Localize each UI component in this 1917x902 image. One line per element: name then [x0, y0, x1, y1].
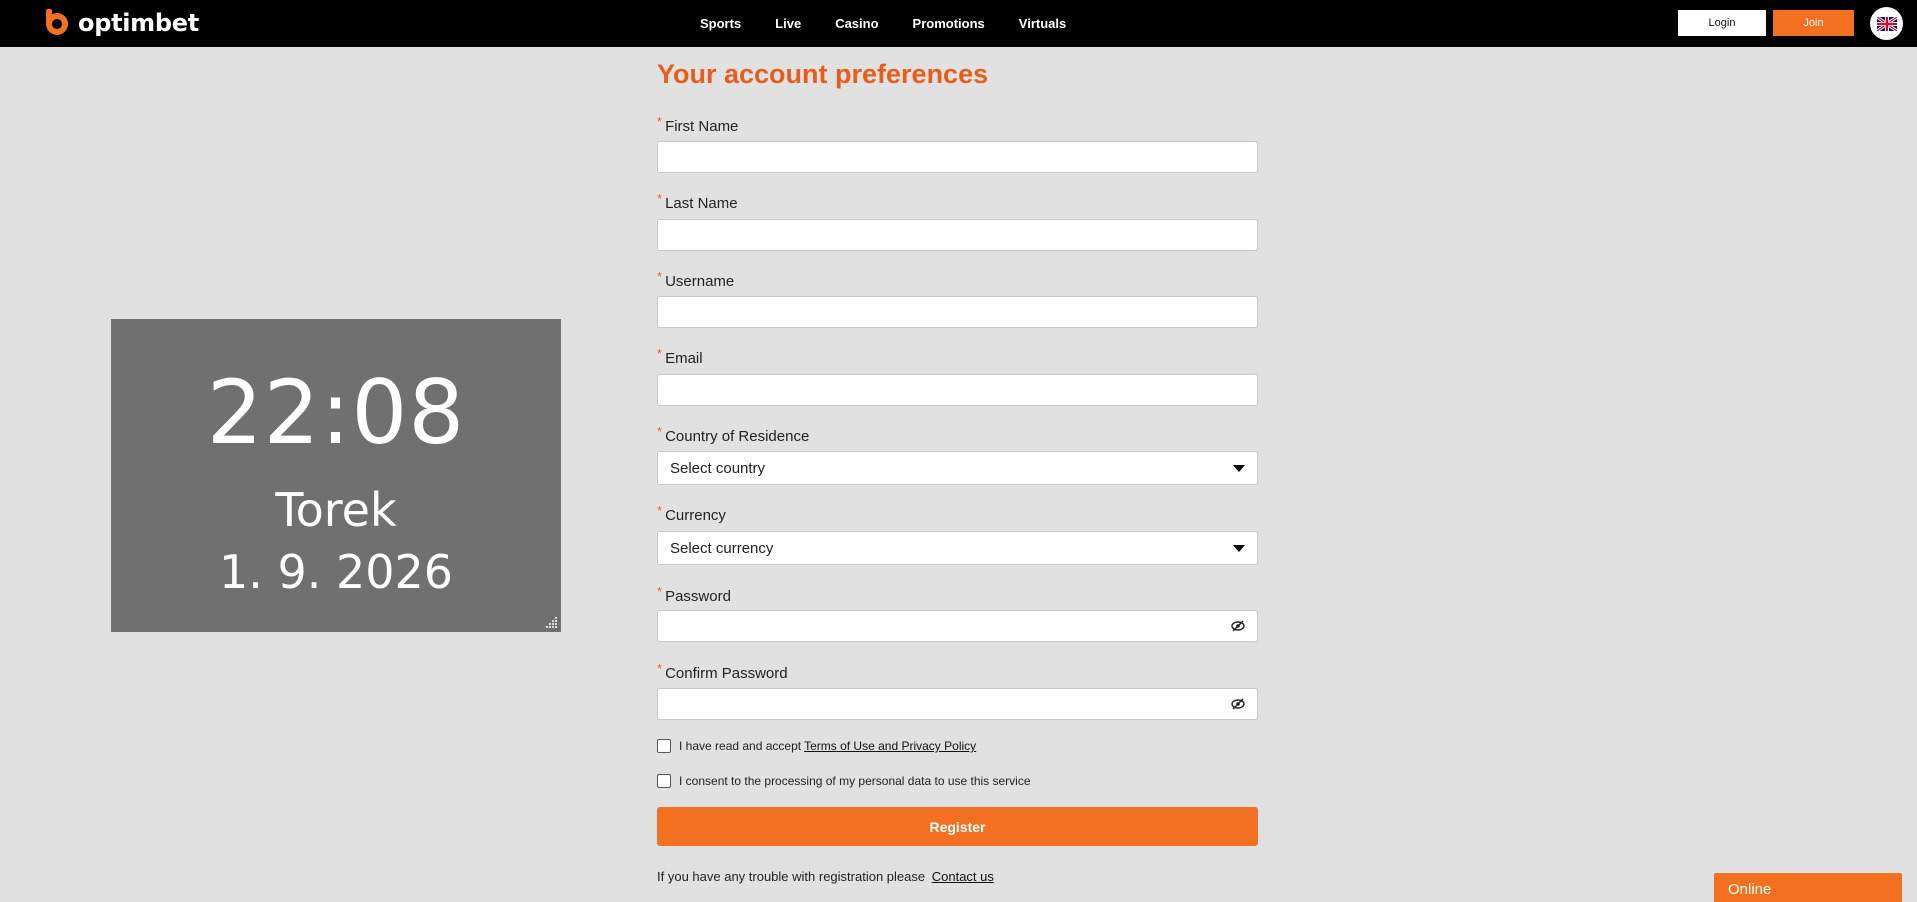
- confirm-password-label: * Confirm Password: [657, 661, 788, 682]
- clock-widget: 22:08 Torek 1. 9. 2026: [111, 319, 561, 632]
- country-label: * Country of Residence: [657, 424, 810, 445]
- main-nav: Sports Live Casino Promotions Virtuals: [700, 0, 1100, 47]
- terms-checkbox-row: I have read and accept Terms of Use and …: [657, 739, 976, 753]
- required-mark: *: [657, 346, 663, 361]
- required-mark: *: [657, 661, 663, 676]
- password-input[interactable]: [657, 610, 1258, 642]
- required-mark: *: [657, 503, 663, 518]
- username-input[interactable]: [657, 296, 1258, 328]
- brand-name: optimbet: [78, 9, 199, 37]
- currency-select[interactable]: Select currency: [657, 531, 1258, 565]
- terms-checkbox[interactable]: [657, 739, 671, 753]
- clock-time: 22:08: [206, 361, 466, 464]
- eye-slash-icon[interactable]: [1230, 696, 1246, 712]
- required-mark: *: [657, 584, 663, 599]
- login-button[interactable]: Login: [1678, 10, 1766, 36]
- consent-checkbox-row: I consent to the processing of my person…: [657, 774, 1031, 788]
- username-label: * Username: [657, 269, 735, 290]
- consent-checkbox[interactable]: [657, 774, 671, 788]
- email-input[interactable]: [657, 374, 1258, 406]
- brand-logo[interactable]: optimbet: [42, 6, 199, 40]
- country-select-value: Select country: [670, 459, 766, 477]
- password-label: * Password: [657, 584, 731, 605]
- optimbet-logo-icon: [46, 9, 68, 35]
- clock-date: 1. 9. 2026: [218, 545, 454, 599]
- nav-sports[interactable]: Sports: [700, 16, 741, 31]
- nav-casino[interactable]: Casino: [835, 16, 878, 31]
- nav-virtuals[interactable]: Virtuals: [1019, 16, 1066, 31]
- chevron-down-icon: [1233, 544, 1245, 552]
- confirm-password-input[interactable]: [657, 688, 1258, 720]
- first-name-input[interactable]: [657, 141, 1258, 173]
- currency-select-value: Select currency: [670, 539, 774, 557]
- required-mark: *: [657, 424, 663, 439]
- country-select[interactable]: Select country: [657, 451, 1258, 485]
- resize-grip-icon[interactable]: [546, 617, 558, 629]
- password-field: [657, 610, 1258, 642]
- top-navigation-bar: optimbet Sports Live Casino Promotions V…: [0, 0, 1917, 47]
- nav-promotions[interactable]: Promotions: [913, 16, 985, 31]
- required-mark: *: [657, 269, 663, 284]
- consent-text: I consent to the processing of my person…: [679, 774, 1031, 788]
- clock-day: Torek: [275, 483, 397, 537]
- terms-text: I have read and accept: [679, 739, 802, 753]
- join-button[interactable]: Join: [1773, 10, 1854, 36]
- page-title: Your account preferences: [657, 59, 989, 89]
- online-chat-tab[interactable]: Online: [1714, 873, 1902, 902]
- chevron-down-icon: [1233, 464, 1245, 472]
- email-label: * Email: [657, 346, 703, 367]
- contact-us-link[interactable]: Contact us: [932, 869, 994, 884]
- first-name-label: * First Name: [657, 114, 739, 135]
- confirm-password-field: [657, 688, 1258, 720]
- terms-link[interactable]: Terms of Use and Privacy Policy: [804, 739, 976, 753]
- nav-live[interactable]: Live: [775, 16, 801, 31]
- eye-slash-icon[interactable]: [1230, 618, 1246, 634]
- uk-flag-icon: [1876, 16, 1897, 31]
- last-name-input[interactable]: [657, 219, 1258, 251]
- language-selector[interactable]: [1870, 7, 1903, 40]
- required-mark: *: [657, 114, 663, 129]
- register-button[interactable]: Register: [657, 807, 1258, 846]
- help-text: If you have any trouble with registratio…: [657, 869, 994, 884]
- last-name-label: * Last Name: [657, 191, 738, 212]
- required-mark: *: [657, 191, 663, 206]
- currency-label: * Currency: [657, 503, 726, 524]
